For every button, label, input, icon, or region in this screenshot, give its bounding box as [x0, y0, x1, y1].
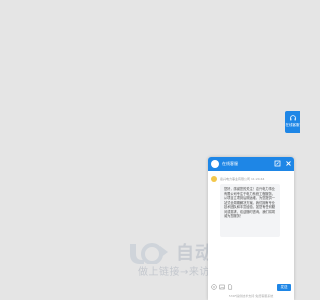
page: 自动秒收录 做上链接→来访一次→自动收录 在线客服 在线客服	[0, 0, 300, 300]
agent-avatar	[211, 176, 217, 182]
message-meta: 嘉兴电力事业有限公司 11:24:44	[220, 177, 264, 181]
chat-window: 在线客服 嘉兴电力事业有限公司 11:24:44 您好，感谢您的关注！嘉兴电力事…	[208, 157, 294, 300]
close-icon[interactable]	[285, 160, 292, 167]
message-sender: 嘉兴电力事业有限公司	[220, 177, 251, 181]
powered-by: 53KF提供技术支持 免费客服系统	[228, 294, 274, 298]
emoji-icon[interactable]	[211, 284, 217, 290]
message-bubble: 您好，感谢您的关注！嘉兴电力事业有限公司专注于电力系统工程服务，从项目立项到后期…	[220, 184, 280, 237]
send-button[interactable]: 发送	[277, 284, 291, 291]
message-time: 11:24:44	[250, 177, 265, 181]
headset-icon	[289, 115, 296, 121]
chat-header: 在线客服	[208, 157, 294, 171]
chat-title: 在线客服	[222, 161, 238, 166]
customer-service-float-button[interactable]: 在线客服	[285, 111, 300, 133]
avatar-icon	[211, 160, 219, 168]
image-icon[interactable]	[219, 284, 225, 290]
watermark-logo-icon	[130, 243, 168, 264]
minimize-icon[interactable]	[274, 160, 281, 167]
float-button-label: 在线客服	[285, 123, 300, 127]
file-icon[interactable]	[227, 284, 233, 290]
